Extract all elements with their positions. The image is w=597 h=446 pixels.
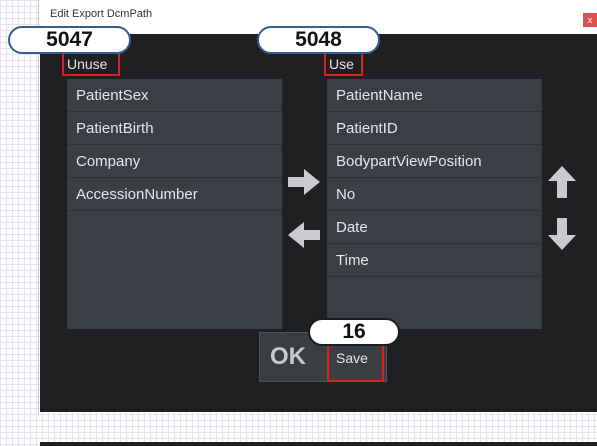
ok-label: OK bbox=[270, 343, 306, 370]
move-up-arrow-icon[interactable] bbox=[548, 166, 576, 198]
list-item[interactable]: AccessionNumber bbox=[67, 178, 282, 211]
use-highlight-box bbox=[324, 51, 363, 76]
dialog-body: Unuse Use PatientSex PatientBirth Compan… bbox=[40, 34, 597, 446]
close-icon: x bbox=[587, 15, 593, 25]
use-list[interactable]: PatientName PatientID BodypartViewPositi… bbox=[327, 79, 542, 329]
move-to-unuse-arrow-icon[interactable] bbox=[288, 222, 320, 248]
list-item[interactable]: BodypartViewPosition bbox=[327, 145, 542, 178]
export-dcmpath-window: Edit Export DcmPath x Unuse Use PatientS… bbox=[8, 0, 597, 446]
list-item[interactable]: Time bbox=[327, 244, 542, 277]
list-item[interactable]: PatientID bbox=[327, 112, 542, 145]
use-callout-bubble: 5048 bbox=[257, 26, 380, 54]
save-callout-number: 16 bbox=[342, 320, 366, 343]
list-item[interactable]: Date bbox=[327, 211, 542, 244]
use-callout-number: 5048 bbox=[295, 28, 342, 51]
close-button[interactable]: x bbox=[583, 13, 597, 27]
move-to-use-arrow-icon[interactable] bbox=[288, 169, 320, 195]
list-item[interactable]: PatientName bbox=[327, 79, 542, 112]
list-item[interactable]: No bbox=[327, 178, 542, 211]
list-item[interactable]: PatientSex bbox=[67, 79, 282, 112]
save-highlight-box bbox=[327, 340, 384, 382]
unuse-highlight-box bbox=[62, 51, 120, 76]
unuse-list[interactable]: PatientSex PatientBirth Company Accessio… bbox=[67, 79, 282, 329]
save-callout-bubble: 16 bbox=[308, 318, 400, 346]
page-divider-line bbox=[38, 0, 39, 414]
bottom-strip bbox=[40, 442, 597, 446]
list-item[interactable]: PatientBirth bbox=[67, 112, 282, 145]
window-title: Edit Export DcmPath bbox=[50, 8, 153, 20]
move-down-arrow-icon[interactable] bbox=[548, 218, 576, 250]
list-item[interactable]: Company bbox=[67, 145, 282, 178]
unuse-callout-bubble: 5047 bbox=[8, 26, 131, 54]
unuse-callout-number: 5047 bbox=[46, 28, 93, 51]
